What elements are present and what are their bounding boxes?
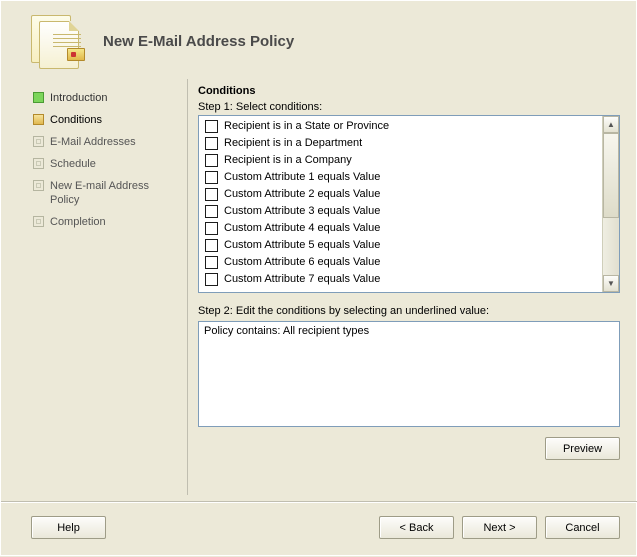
step1-label: Step 1: Select conditions: [198,99,620,115]
scroll-down-button[interactable]: ▼ [603,275,619,292]
scroll-track[interactable] [603,133,619,275]
next-button[interactable]: Next > [462,516,537,539]
back-button[interactable]: < Back [379,516,454,539]
nav-step-2: E-Mail Addresses [31,131,181,153]
condition-label: Recipient is in a Company [224,153,352,168]
wizard-dialog: New E-Mail Address Policy Introduction Co… [1,1,637,557]
condition-checkbox[interactable] [205,239,218,252]
nav-bullet-icon [33,114,44,125]
scroll-thumb[interactable] [603,133,619,218]
condition-checkbox[interactable] [205,188,218,201]
policy-description-box[interactable]: Policy contains: All recipient types [198,321,620,427]
nav-step-1: Conditions [31,109,181,131]
condition-label: Custom Attribute 4 equals Value [224,221,380,236]
condition-label: Recipient is in a Department [224,136,362,151]
condition-checkbox[interactable] [205,256,218,269]
condition-checkbox[interactable] [205,137,218,150]
header: New E-Mail Address Policy [1,1,637,73]
wizard-nav: Introduction Conditions E-Mail Addresses Sc… [31,79,181,495]
condition-label: Custom Attribute 2 equals Value [224,187,380,202]
nav-bullet-icon [33,180,44,191]
nav-step-label: E-Mail Addresses [50,135,136,149]
nav-step-label: Completion [50,215,106,229]
nav-step-4: New E-mail Address Policy [31,175,181,211]
nav-step-label: Schedule [50,157,96,171]
condition-row[interactable]: Custom Attribute 7 equals Value [201,271,600,288]
nav-bullet-icon [33,92,44,103]
nav-step-label: New E-mail Address Policy [50,179,179,207]
condition-label: Custom Attribute 1 equals Value [224,170,380,185]
nav-bullet-icon [33,136,44,147]
condition-label: Custom Attribute 6 equals Value [224,255,380,270]
condition-row[interactable]: Custom Attribute 4 equals Value [201,220,600,237]
condition-row[interactable]: Recipient is in a State or Province [201,118,600,135]
nav-step-label: Conditions [50,113,102,127]
nav-bullet-icon [33,216,44,227]
nav-step-5: Completion [31,211,181,233]
step2-label: Step 2: Edit the conditions by selecting… [198,303,620,319]
condition-row[interactable]: Custom Attribute 5 equals Value [201,237,600,254]
condition-checkbox[interactable] [205,154,218,167]
cancel-button[interactable]: Cancel [545,516,620,539]
condition-row[interactable]: Recipient is in a Department [201,135,600,152]
section-title: Conditions [198,79,620,99]
condition-label: Recipient is in a State or Province [224,119,389,134]
content: Introduction Conditions E-Mail Addresses Sc… [1,73,637,501]
policy-icon [31,15,83,67]
condition-label: Custom Attribute 3 equals Value [224,204,380,219]
nav-step-0: Introduction [31,87,181,109]
scroll-up-button[interactable]: ▲ [603,116,619,133]
policy-description-text: Policy contains: All recipient types [204,325,369,337]
condition-checkbox[interactable] [205,120,218,133]
condition-row[interactable]: Custom Attribute 1 equals Value [201,169,600,186]
conditions-listbox[interactable]: Recipient is in a State or Province Recip… [198,115,620,293]
condition-label: Custom Attribute 5 equals Value [224,238,380,253]
condition-checkbox[interactable] [205,171,218,184]
separator [187,79,188,495]
page-title: New E-Mail Address Policy [103,33,294,50]
condition-label: Custom Attribute 7 equals Value [224,272,380,287]
nav-step-label: Introduction [50,91,107,105]
scrollbar-vertical[interactable]: ▲ ▼ [602,116,619,292]
help-button[interactable]: Help [31,516,106,539]
nav-bullet-icon [33,158,44,169]
condition-checkbox[interactable] [205,222,218,235]
footer: Help < Back Next > Cancel [1,501,637,557]
condition-row[interactable]: Recipient is in a Company [201,152,600,169]
condition-row[interactable]: Custom Attribute 2 equals Value [201,186,600,203]
condition-row[interactable]: Custom Attribute 6 equals Value [201,254,600,271]
preview-button[interactable]: Preview [545,437,620,460]
main-panel: Conditions Step 1: Select conditions: Re… [198,79,620,495]
nav-step-3: Schedule [31,153,181,175]
condition-checkbox[interactable] [205,273,218,286]
condition-checkbox[interactable] [205,205,218,218]
condition-row[interactable]: Custom Attribute 3 equals Value [201,203,600,220]
